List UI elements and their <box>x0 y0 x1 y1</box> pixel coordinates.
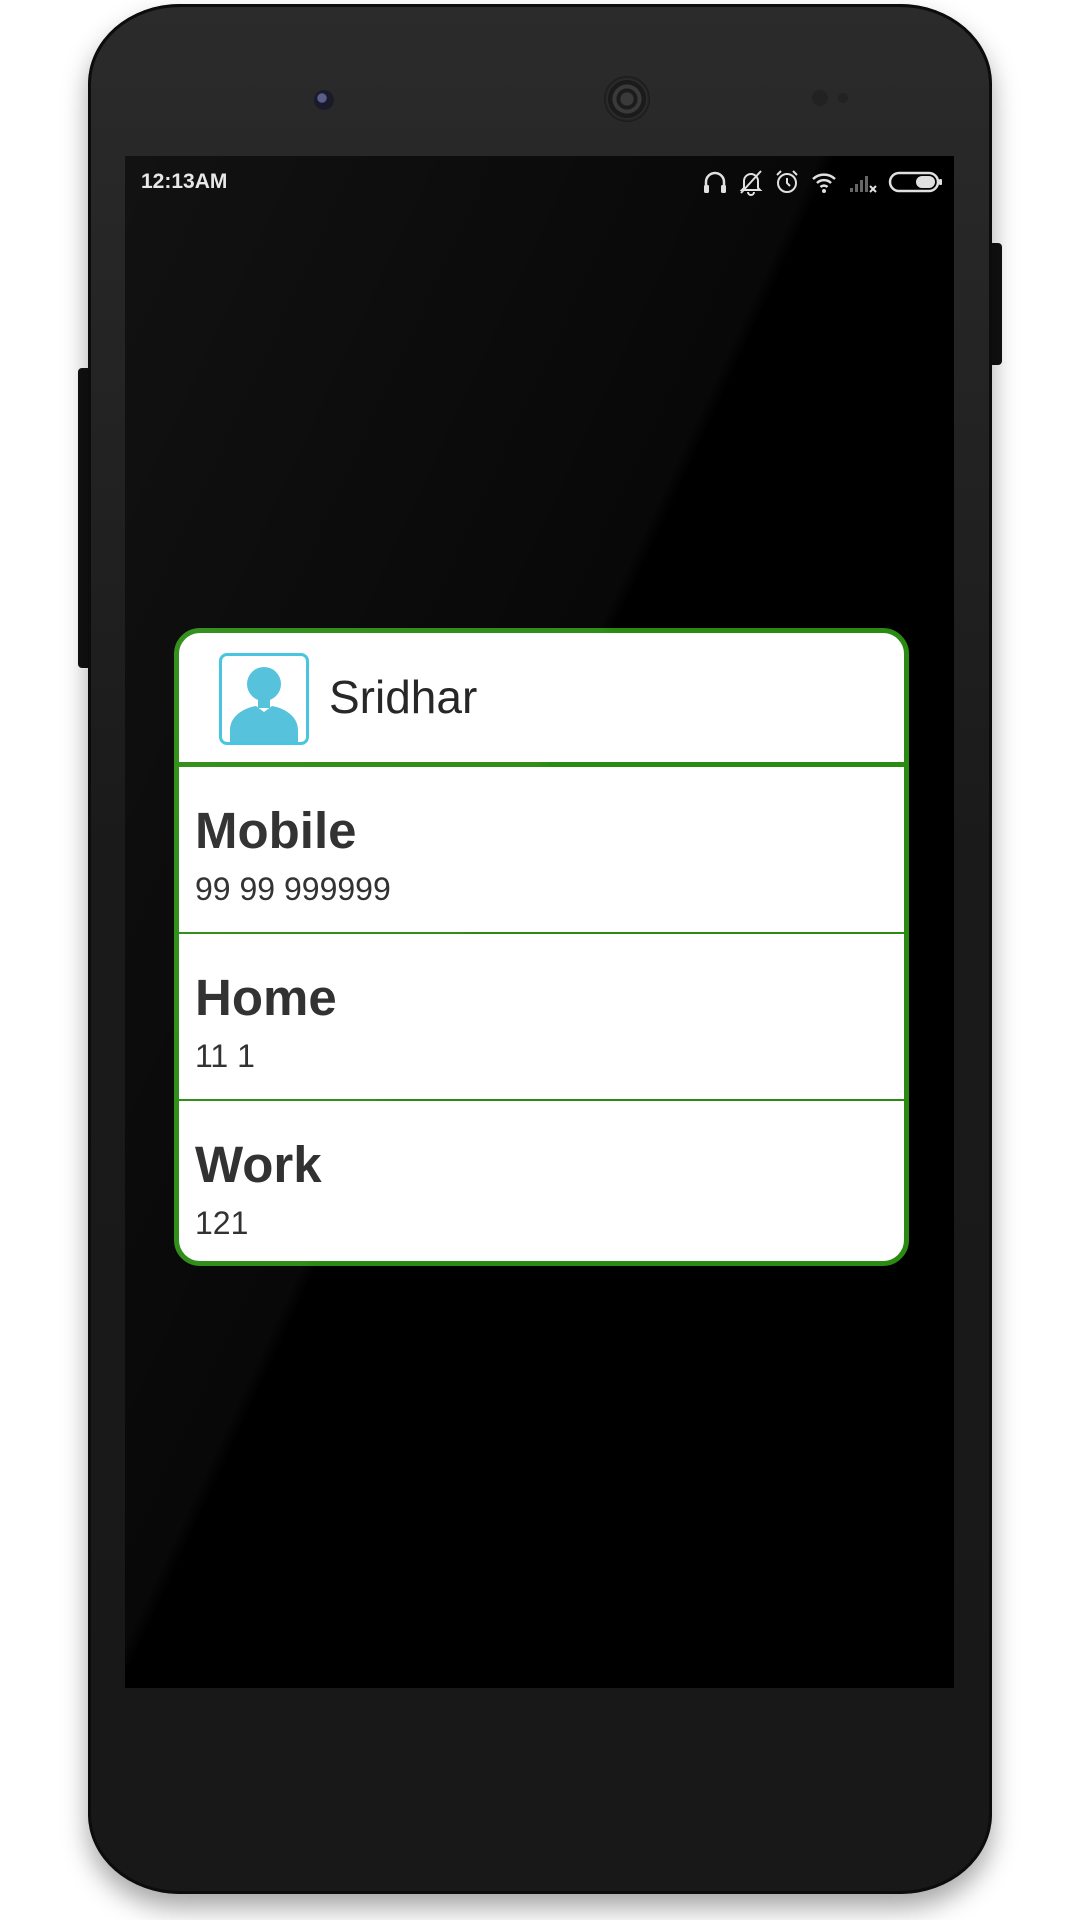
battery-icon <box>888 169 944 195</box>
person-icon <box>230 667 298 742</box>
front-camera-icon <box>314 90 334 110</box>
phone-type-label: Mobile <box>195 802 357 859</box>
phone-chin <box>125 1688 954 1838</box>
phone-row-home[interactable]: Home 11 1 <box>179 934 904 1101</box>
proximity-sensor-icon <box>812 90 828 106</box>
signal-no-service-icon <box>848 168 878 196</box>
phone-number: 11 1 <box>195 1038 255 1074</box>
phone-number: 99 99 999999 <box>195 871 391 907</box>
phone-row-mobile[interactable]: Mobile 99 99 999999 <box>179 767 904 934</box>
contact-header: Sridhar <box>179 633 904 767</box>
contact-card: Sridhar Mobile 99 99 999999 Home 11 1 Wo… <box>174 628 909 1266</box>
alarm-icon <box>774 168 800 196</box>
status-time: 12:13AM <box>141 170 228 193</box>
phone-type-label: Home <box>195 969 337 1026</box>
phone-number: 121 <box>195 1205 249 1241</box>
light-sensor-icon <box>838 93 848 103</box>
status-icons <box>702 166 944 198</box>
wifi-icon <box>810 168 838 196</box>
headphones-icon <box>702 168 728 196</box>
screen: 12:13AM Sridhar Mobile 99 99 999999 Home… <box>125 156 954 1688</box>
contact-name: Sridhar <box>329 671 478 723</box>
contact-avatar <box>219 653 309 745</box>
notifications-off-icon <box>738 168 764 196</box>
status-bar: 12:13AM <box>125 156 954 206</box>
earpiece-speaker-icon <box>604 76 650 122</box>
phone-row-work[interactable]: Work 121 <box>179 1101 904 1261</box>
phone-type-label: Work <box>195 1136 322 1193</box>
